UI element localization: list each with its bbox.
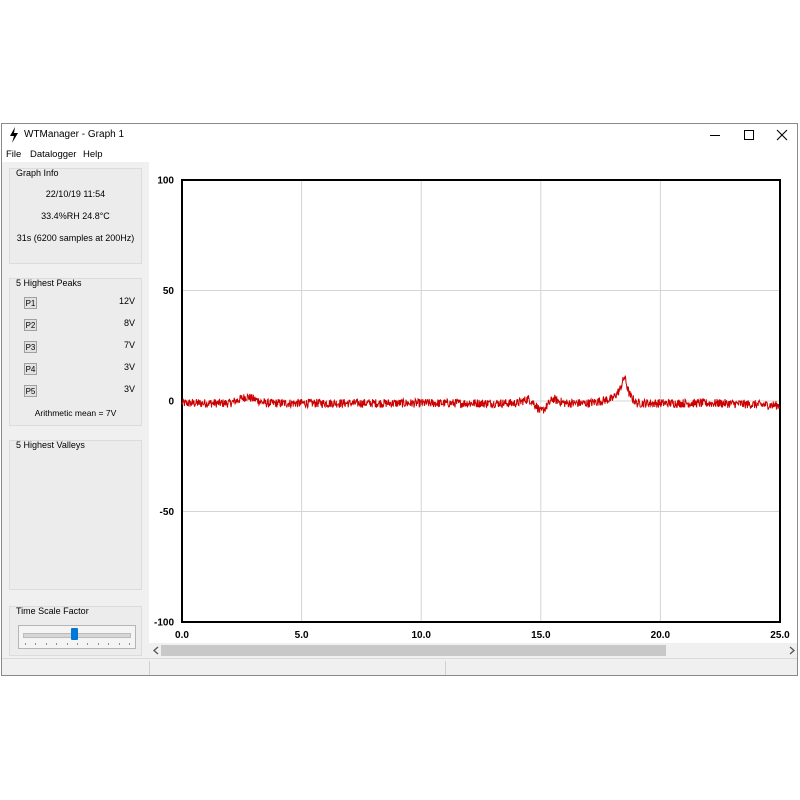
peak-value-p1: 12V (118, 296, 135, 306)
peaks-title: 5 Highest Peaks (16, 278, 82, 288)
peak-button-p1[interactable]: P1 (24, 297, 37, 309)
title-bar[interactable]: WTManager - Graph 1 (2, 124, 797, 146)
minimize-icon (710, 135, 720, 136)
peak-value-p3: 7V (123, 340, 135, 350)
x-tick-label: 5.0 (295, 630, 309, 641)
x-tick-label: 20.0 (651, 630, 671, 641)
y-tick-label: -50 (160, 507, 175, 518)
peak-button-p3[interactable]: P3 (24, 341, 37, 353)
peak-button-p4[interactable]: P4 (24, 363, 37, 375)
slider-tick (118, 643, 120, 645)
valleys-group: 5 Highest Valleys (9, 440, 142, 590)
slider-tick (45, 643, 47, 645)
slider-tick (66, 643, 68, 645)
slider-tick (108, 643, 110, 645)
scroll-thumb[interactable] (161, 645, 666, 656)
window-title: WTManager - Graph 1 (24, 129, 125, 140)
y-tick-label: 0 (168, 397, 174, 408)
slider-thumb[interactable] (70, 628, 78, 640)
slider-tick (56, 643, 58, 645)
plot-area: 100 50 0 -50 -100 0.0 5.0 10.0 15.0 20.0 25.0 (149, 162, 797, 658)
peak-value-p4: 3V (123, 362, 135, 372)
slider-tick (97, 643, 99, 645)
status-separator (445, 661, 446, 675)
slider-tick (129, 643, 130, 645)
graph-info-title: Graph Info (16, 168, 59, 178)
minimize-button[interactable] (699, 124, 731, 146)
signal-trace (181, 375, 781, 414)
horizontal-scrollbar[interactable] (149, 643, 797, 658)
lightning-icon (10, 127, 18, 143)
x-tick-label: 25.0 (770, 630, 790, 641)
peaks-group: 5 Highest Peaks P1 12V P2 8V P3 7V P4 3V… (9, 278, 142, 426)
peak-button-p5[interactable]: P5 (24, 385, 37, 397)
close-button[interactable] (766, 124, 797, 146)
time-scale-slider[interactable] (18, 625, 136, 649)
graph-info-group: Graph Info 22/10/19 11:54 33.4%RH 24.8°C… (9, 168, 142, 264)
peak-value-p5: 3V (123, 384, 135, 394)
slider-tick (77, 643, 78, 645)
arithmetic-mean: Arithmetic mean = 7V (34, 408, 117, 418)
menu-datalogger[interactable]: Datalogger (30, 149, 76, 160)
peak-value-p2: 8V (123, 318, 135, 328)
peak-button-p2[interactable]: P2 (24, 319, 37, 331)
time-scale-title: Time Scale Factor (16, 606, 89, 616)
x-tick-label: 10.0 (411, 630, 431, 641)
scroll-left-icon[interactable] (152, 646, 160, 655)
scroll-right-icon[interactable] (788, 646, 796, 655)
menu-file[interactable]: File (6, 149, 21, 160)
x-tick-label: 15.0 (531, 630, 551, 641)
graph-datetime: 22/10/19 11:54 (45, 189, 106, 199)
app-window: WTManager - Graph 1 File Datalogger Help… (1, 123, 798, 676)
maximize-icon (744, 130, 754, 140)
maximize-button[interactable] (733, 124, 765, 146)
y-tick-label: 50 (163, 286, 175, 297)
y-tick-label: 100 (157, 176, 174, 187)
y-tick-label: -100 (154, 618, 174, 629)
x-tick-label: 0.0 (175, 630, 189, 641)
slider-tick (25, 643, 26, 645)
menu-help[interactable]: Help (83, 149, 103, 160)
status-separator (149, 661, 150, 675)
status-bar (2, 658, 797, 675)
signal-chart: 100 50 0 -50 -1000.0 5.0 10.0 15.0 20.0 25.0 (154, 176, 790, 642)
sidebar: Graph Info 22/10/19 11:54 33.4%RH 24.8°C… (2, 162, 149, 658)
graph-duration: 31s (6200 samples at 200Hz) (16, 233, 135, 243)
time-scale-group: Time Scale Factor (9, 606, 142, 656)
slider-tick (87, 643, 89, 645)
slider-tick (35, 643, 37, 645)
menu-bar: File Datalogger Help (2, 146, 797, 162)
close-icon (776, 129, 788, 141)
valleys-title: 5 Highest Valleys (16, 440, 85, 450)
graph-climate: 33.4%RH 24.8°C (41, 211, 110, 221)
